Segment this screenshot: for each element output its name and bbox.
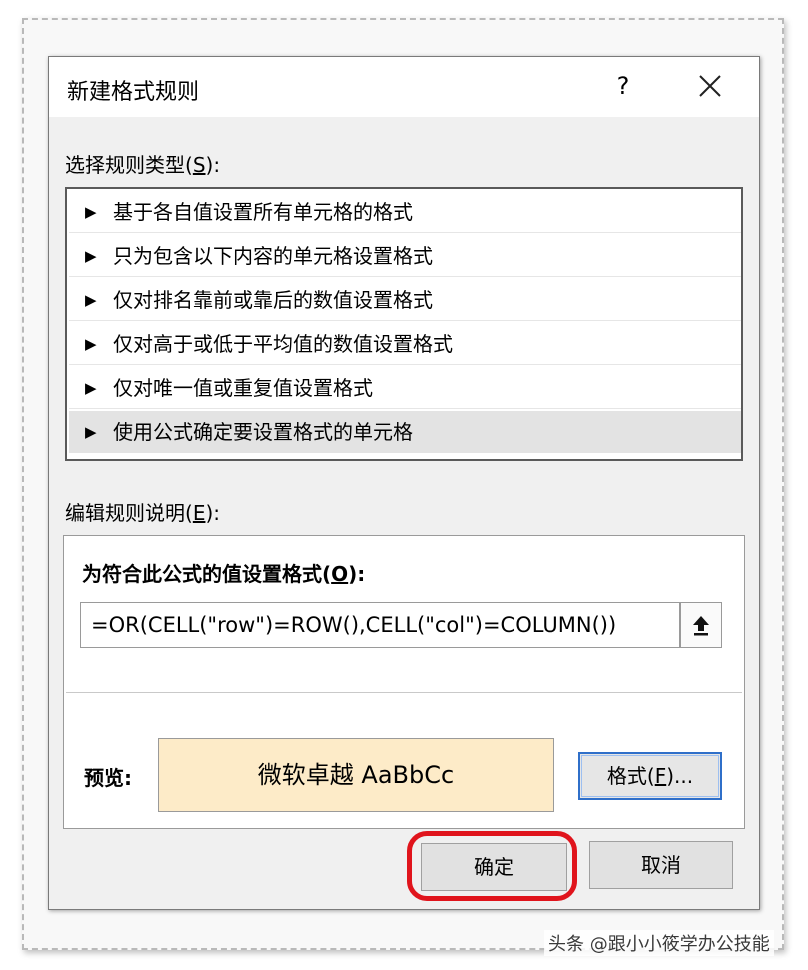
dialog-title: 新建格式规则 bbox=[67, 80, 200, 105]
rule-type-item-selected[interactable]: ▶ 使用公式确定要设置格式的单元格 bbox=[69, 411, 741, 453]
cancel-button[interactable]: 取消 bbox=[589, 841, 733, 889]
preview-label: 预览: bbox=[84, 766, 132, 790]
edit-rule-label: 编辑规则说明(E): bbox=[65, 501, 220, 525]
expand-arrow-icon: ▶ bbox=[85, 335, 97, 353]
highlight-annotation bbox=[407, 831, 577, 901]
expand-arrow-icon: ▶ bbox=[85, 247, 97, 265]
new-format-rule-dialog: 新建格式规则 ? 选择规则类型(S): ▶ 基于各自值设置所有单元格的格式 ▶ … bbox=[48, 56, 760, 910]
rule-type-item[interactable]: ▶ 仅对高于或低于平均值的数值设置格式 bbox=[69, 323, 741, 365]
formula-label: 为符合此公式的值设置格式(O): bbox=[82, 562, 366, 586]
rule-type-item[interactable]: ▶ 只为包含以下内容的单元格设置格式 bbox=[69, 235, 741, 277]
format-preview: 微软卓越 AaBbCc bbox=[158, 738, 554, 812]
rule-type-item[interactable]: ▶ 仅对唯一值或重复值设置格式 bbox=[69, 367, 741, 409]
divider bbox=[66, 692, 742, 693]
expand-arrow-icon: ▶ bbox=[85, 203, 97, 221]
close-icon[interactable] bbox=[695, 71, 725, 101]
rule-type-label: 选择规则类型(S): bbox=[65, 153, 221, 177]
expand-arrow-icon: ▶ bbox=[85, 423, 97, 441]
upload-arrow-icon[interactable] bbox=[680, 602, 722, 648]
expand-arrow-icon: ▶ bbox=[85, 379, 97, 397]
help-button[interactable]: ? bbox=[613, 71, 633, 101]
edit-rule-panel: 为符合此公式的值设置格式(O): =OR(CELL("row")=ROW(),C… bbox=[63, 535, 745, 829]
title-bar: 新建格式规则 ? bbox=[49, 57, 759, 117]
rule-type-item[interactable]: ▶ 基于各自值设置所有单元格的格式 bbox=[69, 191, 741, 233]
rule-type-list[interactable]: ▶ 基于各自值设置所有单元格的格式 ▶ 只为包含以下内容的单元格设置格式 ▶ 仅… bbox=[65, 187, 743, 461]
expand-arrow-icon: ▶ bbox=[85, 291, 97, 309]
formula-input[interactable]: =OR(CELL("row")=ROW(),CELL("col")=COLUMN… bbox=[80, 602, 680, 648]
format-button[interactable]: 格式(F)... bbox=[578, 752, 722, 800]
rule-type-item[interactable]: ▶ 仅对排名靠前或靠后的数值设置格式 bbox=[69, 279, 741, 321]
watermark-text: 头条 @跟小小筱学办公技能 bbox=[544, 930, 774, 956]
